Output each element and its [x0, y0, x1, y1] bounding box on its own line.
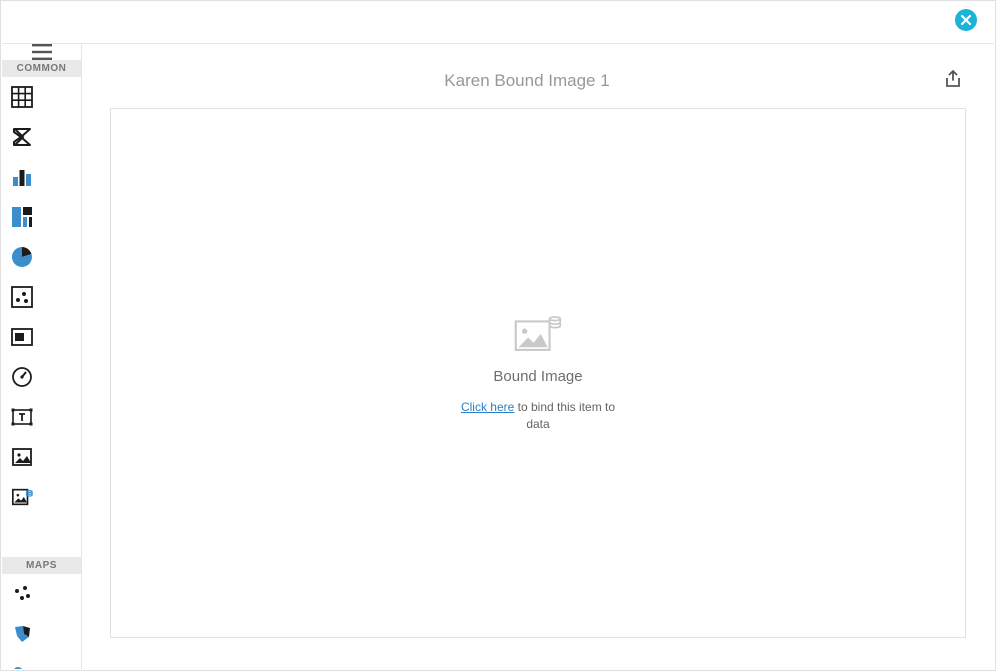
- tool-text[interactable]: [2, 397, 42, 437]
- pie-icon: [11, 246, 33, 268]
- geopoint-icon: [11, 583, 33, 605]
- tool-image[interactable]: [2, 437, 42, 477]
- placeholder-hint-suffix: to bind this item to data: [514, 400, 615, 431]
- main-area: Karen Bound Image 1: [82, 44, 994, 669]
- tool-gauge[interactable]: [2, 357, 42, 397]
- header-row: Karen Bound Image 1: [110, 70, 966, 92]
- section-header-common: COMMON: [2, 60, 81, 77]
- sigma-icon: [11, 126, 33, 148]
- menu-icon: [32, 44, 52, 60]
- grid-icon: [11, 86, 33, 108]
- scatter-icon: [11, 286, 33, 308]
- sidebar: COMMON: [2, 44, 82, 669]
- gauge-icon: [11, 366, 33, 388]
- hamburger-menu-button[interactable]: [2, 44, 81, 60]
- choropleth-icon: [11, 623, 33, 645]
- image-icon: [11, 446, 33, 468]
- tool-treemap[interactable]: [2, 197, 42, 237]
- export-icon: [944, 70, 962, 88]
- placeholder-title: Bound Image: [458, 368, 618, 385]
- close-button[interactable]: [955, 9, 977, 31]
- tool-pie[interactable]: [2, 237, 42, 277]
- export-button[interactable]: [944, 70, 966, 92]
- placeholder-icon: [514, 314, 562, 354]
- tool-choropleth[interactable]: [2, 614, 42, 654]
- tool-bubble-map[interactable]: [2, 654, 42, 669]
- section-header-maps: MAPS: [2, 557, 81, 574]
- bubble-map-icon: [11, 663, 33, 669]
- tool-bound-image[interactable]: [2, 477, 42, 517]
- tool-pivot[interactable]: [2, 117, 42, 157]
- empty-placeholder: Bound Image Click here to bind this item…: [458, 314, 618, 433]
- card-icon: [11, 326, 33, 348]
- treemap-icon: [11, 206, 33, 228]
- tool-card[interactable]: [2, 317, 42, 357]
- dashboard-designer-window: COMMON: [0, 0, 996, 671]
- tool-grid[interactable]: [2, 77, 42, 117]
- common-tools: [2, 77, 81, 557]
- placeholder-hint: Click here to bind this item to data: [458, 399, 618, 433]
- maps-tools: [2, 574, 81, 669]
- tool-scatter[interactable]: [2, 277, 42, 317]
- bar-chart-icon: [11, 166, 33, 188]
- textbox-icon: [11, 406, 33, 428]
- close-icon: [955, 9, 977, 31]
- body: COMMON: [2, 43, 994, 669]
- bind-data-link[interactable]: Click here: [461, 400, 514, 414]
- tool-geopoint[interactable]: [2, 574, 42, 614]
- bound-image-icon: [11, 486, 33, 508]
- item-canvas: Bound Image Click here to bind this item…: [110, 108, 966, 638]
- page-title: Karen Bound Image 1: [110, 71, 944, 91]
- tool-spacer-common: [2, 517, 42, 557]
- tool-chart[interactable]: [2, 157, 42, 197]
